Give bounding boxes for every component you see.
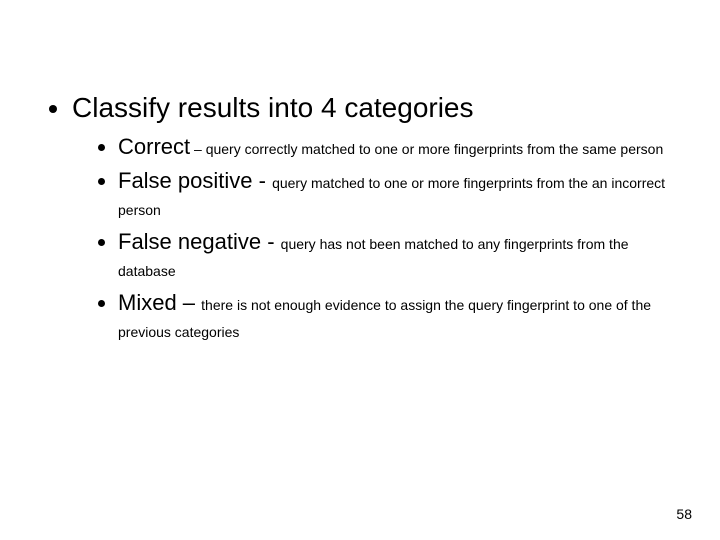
list-item: False negative - query has not been matc… xyxy=(118,228,690,283)
heading-text: Classify results into 4 categories xyxy=(72,92,474,123)
separator: - xyxy=(261,229,281,254)
separator: – xyxy=(177,290,201,315)
term: False negative xyxy=(118,229,261,254)
page-number: 58 xyxy=(676,506,692,522)
list-item: Correct – query correctly matched to one… xyxy=(118,133,690,161)
separator: – xyxy=(190,141,206,157)
description: query correctly matched to one or more f… xyxy=(206,141,664,157)
slide: Classify results into 4 categories Corre… xyxy=(0,0,720,540)
list-item: False positive - query matched to one or… xyxy=(118,167,690,222)
outer-list: Classify results into 4 categories Corre… xyxy=(30,90,690,344)
inner-list: Correct – query correctly matched to one… xyxy=(72,133,690,344)
term: Mixed xyxy=(118,290,177,315)
heading-item: Classify results into 4 categories Corre… xyxy=(72,90,690,344)
term: Correct xyxy=(118,134,190,159)
separator: - xyxy=(253,168,273,193)
list-item: Mixed – there is not enough evidence to … xyxy=(118,289,690,344)
term: False positive xyxy=(118,168,253,193)
